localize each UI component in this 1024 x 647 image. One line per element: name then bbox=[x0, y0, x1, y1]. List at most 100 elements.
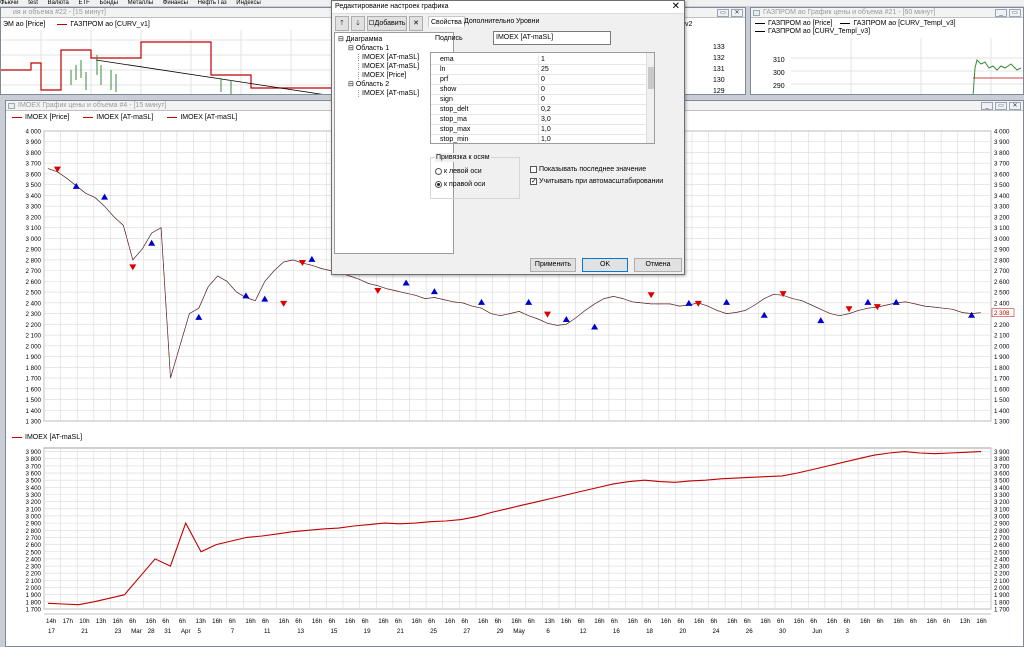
y-tick-label: 2 400 bbox=[26, 556, 42, 563]
bg-chart-window-1[interactable]: ия и объема #22 - [15 минут] ЭМ ао [Pric… bbox=[0, 7, 332, 95]
tree-node[interactable]: IMOEX [AT-maSL] bbox=[358, 53, 420, 62]
legend-line-icon bbox=[57, 23, 68, 25]
bg-window-2-yaxis: 310 300 290 280 bbox=[773, 54, 785, 94]
tree-node[interactable]: IMOEX [Price] bbox=[358, 71, 407, 80]
window-minimize-icon[interactable]: _ bbox=[995, 9, 1007, 17]
tree-node[interactable]: ⊟ Область 1 bbox=[348, 44, 389, 53]
y-tick-label: 2 200 bbox=[994, 322, 1010, 329]
property-row[interactable]: ema 1 bbox=[431, 55, 648, 65]
x-date-label: 24 bbox=[713, 628, 720, 635]
legend-line-icon bbox=[755, 30, 765, 32]
y-tick-label: 3 900 bbox=[26, 449, 42, 456]
x-date-label: 29 bbox=[497, 628, 504, 635]
menu-item[interactable]: Нефть Газ bbox=[198, 0, 227, 6]
y-tick-label: 3 400 bbox=[994, 485, 1010, 492]
property-value[interactable]: 3,0 bbox=[541, 115, 551, 125]
tab-levels[interactable]: Уровни bbox=[514, 16, 541, 27]
property-value[interactable]: 1,0 bbox=[541, 135, 551, 143]
y-tick-label: 2 100 bbox=[26, 578, 42, 585]
menu-item[interactable]: Финансы bbox=[163, 0, 188, 6]
cancel-button[interactable]: Отмена bbox=[634, 258, 682, 272]
property-value[interactable]: 0 bbox=[541, 85, 545, 95]
window-close-icon[interactable]: ✕ bbox=[731, 9, 743, 17]
move-up-button[interactable]: 🡑 bbox=[335, 16, 349, 31]
x-date-label: Apr bbox=[181, 628, 191, 635]
property-row[interactable]: stop_ma 3,0 bbox=[431, 115, 648, 125]
property-value[interactable]: 1,0 bbox=[541, 125, 551, 135]
y-tick-label: 3 200 bbox=[994, 499, 1010, 506]
scrollbar-thumb[interactable] bbox=[648, 67, 654, 89]
x-date-label: 18 bbox=[646, 628, 653, 635]
bg-window-1-titlebar[interactable]: ия и объема #22 - [15 минут] bbox=[1, 8, 331, 18]
tree-node-label: Область 2 bbox=[355, 81, 390, 88]
property-value[interactable]: 1 bbox=[541, 55, 545, 65]
property-row[interactable]: stop_min 1,0 bbox=[431, 135, 648, 143]
bg-window-partial-titlebar[interactable]: ▭ ✕ bbox=[685, 8, 745, 18]
property-separator bbox=[538, 85, 539, 95]
y-tick-label: 3 000 bbox=[994, 236, 1010, 243]
tree-node[interactable]: IMOEX [AT-maSL] bbox=[358, 89, 420, 98]
property-separator bbox=[538, 95, 539, 105]
window-restore-icon[interactable]: ▭ bbox=[1009, 9, 1021, 17]
x-tick-label: 16h bbox=[511, 618, 522, 625]
dialog-titlebar[interactable]: Редактирование настроек графика ✕ bbox=[332, 1, 684, 14]
y-tick-label: 2 700 bbox=[994, 535, 1010, 542]
menu-item[interactable]: Валюта bbox=[48, 0, 69, 6]
property-value[interactable]: 25 bbox=[541, 65, 549, 75]
menu-item[interactable]: ETF bbox=[78, 0, 89, 6]
property-value[interactable]: 0,2 bbox=[541, 105, 551, 115]
y-tick-label: 1 800 bbox=[994, 365, 1010, 372]
caption-input[interactable]: IMOEX [AT-maSL] bbox=[493, 31, 611, 45]
y-tick-label: 3 600 bbox=[994, 471, 1010, 478]
autoscale-checkbox[interactable]: ✓ Учитывать при автомасштабировании bbox=[530, 177, 663, 186]
property-value[interactable]: 0 bbox=[541, 95, 545, 105]
move-down-button[interactable]: 🡓 bbox=[351, 16, 365, 31]
tree-node[interactable]: IMOEX [AT-maSL] bbox=[358, 62, 420, 71]
tab-additional[interactable]: Дополнительно bbox=[462, 16, 516, 27]
y-tick-label: 3 500 bbox=[994, 478, 1010, 485]
property-row[interactable]: show 0 bbox=[431, 85, 648, 95]
tree-expander-icon[interactable]: ⊟ bbox=[338, 36, 346, 43]
property-row[interactable]: ln 25 bbox=[431, 65, 648, 75]
menu-item[interactable]: Бонды bbox=[99, 0, 117, 6]
tree-node[interactable]: ⊟ Диаграмма bbox=[338, 35, 382, 44]
properties-panel: Подпись IMOEX [AT-maSL] stop_min 1,0 stop_… bbox=[425, 27, 684, 254]
close-icon[interactable]: ✕ bbox=[672, 1, 680, 13]
radio-left-axis[interactable]: к левой оси bbox=[435, 167, 482, 176]
y-tick-label: 3 500 bbox=[26, 478, 42, 485]
add-icon bbox=[368, 20, 374, 25]
bg-window-2-titlebar[interactable]: ГАЗПРОМ ао График цены и объема #21 - [6… bbox=[751, 8, 1023, 18]
show-last-value-checkbox[interactable]: Показывать последнее значение bbox=[530, 165, 646, 174]
y-tick-label: 3 000 bbox=[26, 236, 42, 243]
apply-button[interactable]: Применить bbox=[530, 258, 576, 272]
window-restore-icon[interactable]: ▭ bbox=[717, 9, 729, 17]
bg-chart-window-partial[interactable]: ▭ ✕ v2 133 132 131 130 129 bbox=[684, 7, 746, 95]
radio-right-axis[interactable]: к правой оси bbox=[435, 180, 485, 189]
property-row[interactable]: prf 0 bbox=[431, 75, 648, 85]
properties-grid[interactable]: stop_min 1,0 stop_max 1,0 stop_ma 3,0 stop_del… bbox=[430, 52, 655, 144]
property-value[interactable]: 0 bbox=[541, 75, 545, 85]
property-row[interactable]: stop_max 1,0 bbox=[431, 125, 648, 135]
ok-button[interactable]: OK bbox=[582, 258, 628, 272]
tree-node[interactable]: ⊟ Область 2 bbox=[348, 80, 389, 89]
chart-settings-dialog[interactable]: Редактирование настроек графика ✕ 🡑 🡓 До… bbox=[331, 0, 685, 275]
menu-item[interactable]: test bbox=[28, 0, 38, 6]
x-tick-label: 16h bbox=[146, 618, 157, 625]
property-row[interactable]: sign 0 bbox=[431, 95, 648, 105]
property-separator bbox=[538, 75, 539, 85]
x-tick-label: 13h bbox=[96, 618, 107, 625]
x-date-label: 7 bbox=[231, 628, 235, 635]
tab-properties[interactable]: Свойства bbox=[428, 16, 465, 27]
tree-expander-icon[interactable]: ⊟ bbox=[348, 81, 356, 88]
delete-button[interactable]: ✕ bbox=[409, 16, 423, 31]
menu-item[interactable]: Фьючи bbox=[0, 0, 19, 6]
properties-scrollbar[interactable] bbox=[646, 53, 654, 143]
menu-item[interactable]: Металлы bbox=[128, 0, 154, 6]
bg-chart-window-2[interactable]: ГАЗПРОМ ао График цены и объема #21 - [6… bbox=[750, 7, 1024, 95]
x-tick-label: 16h bbox=[212, 618, 223, 625]
property-row[interactable]: stop_delt 0,2 bbox=[431, 105, 648, 115]
menu-item[interactable]: Индексы bbox=[236, 0, 260, 6]
tree-expander-icon[interactable]: ⊟ bbox=[348, 45, 356, 52]
y-tick-label: 3 900 bbox=[994, 449, 1010, 456]
add-button[interactable]: Добавить bbox=[367, 16, 407, 31]
